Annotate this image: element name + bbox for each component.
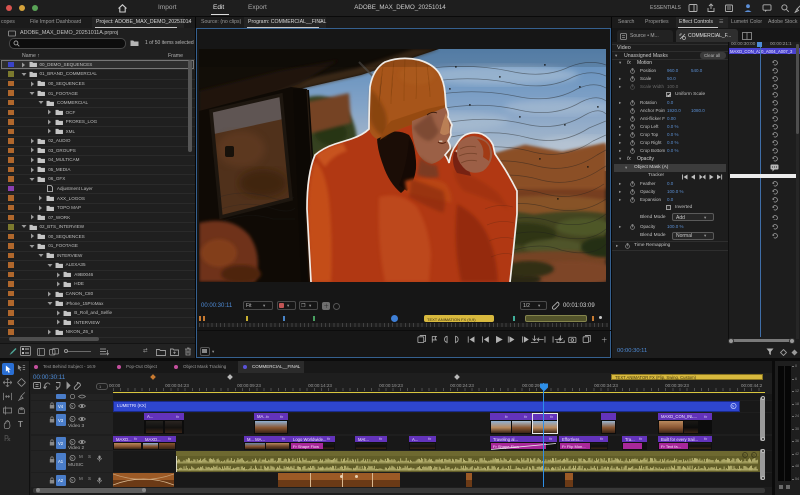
svg-text:fx: fx <box>732 404 735 408</box>
svg-text:fx: fx <box>71 478 74 482</box>
svg-text:fx: fx <box>71 440 74 444</box>
svg-text:fx: fx <box>71 404 74 408</box>
svg-text:fx: fx <box>71 417 74 421</box>
svg-text:fx: fx <box>71 456 74 460</box>
svg-text:fx: fx <box>752 453 755 457</box>
svg-text:fx: fx <box>743 453 746 457</box>
